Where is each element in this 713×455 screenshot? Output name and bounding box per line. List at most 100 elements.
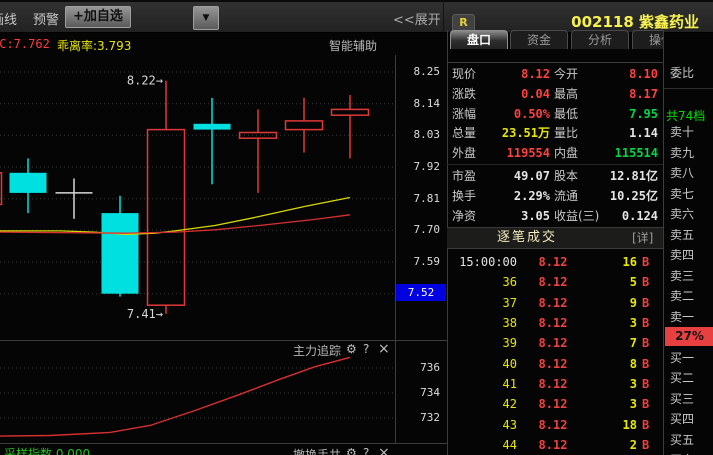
tick-direction: B xyxy=(642,356,650,371)
quote-value: 0.124 xyxy=(621,208,658,223)
buy-level-5[interactable]: 买五 xyxy=(670,432,694,448)
expand-collapse-link[interactable]: <<展开 xyxy=(393,9,441,28)
tick-price: 8.12 xyxy=(538,397,568,412)
sell-level-8[interactable]: 卖八 xyxy=(670,165,694,181)
subchart2-left-value: 采样指数 0.000 xyxy=(4,447,91,455)
tick-volume: 18 xyxy=(622,417,637,432)
draw-line-button[interactable]: 画线 xyxy=(0,9,17,28)
subchart2-close-icon[interactable]: × xyxy=(378,445,390,455)
subchart-settings-gear-icon[interactable]: ⚙ xyxy=(346,342,357,356)
sell-level-10[interactable]: 卖十 xyxy=(670,124,694,140)
smart-assist-label[interactable]: 智能辅助 xyxy=(329,37,377,54)
commission-ratio-badge: 27% xyxy=(665,327,713,346)
tick-price: 8.12 xyxy=(538,295,568,310)
subchart-axis: 736 734 732 xyxy=(396,341,446,443)
sell-level-3[interactable]: 卖三 xyxy=(670,268,694,284)
tick-direction: B xyxy=(642,417,650,432)
tick-volume: 9 xyxy=(629,295,637,310)
quote-panel: 盘口 资金 分析 操作 逐笔成交 [详] 现价8.12今开8.10涨跌0.04最… xyxy=(447,30,663,455)
tick-volume: 3 xyxy=(629,397,637,412)
tick-direction: B xyxy=(642,255,650,269)
tick-time: 40 xyxy=(502,356,517,371)
weibi-label: 委比 xyxy=(670,66,695,80)
price-axis: 7.52 8.25 8.14 8.03 7.92 7.81 7.70 7.59 xyxy=(396,55,446,337)
quote-value: 119554 xyxy=(506,146,550,161)
subchart-axis-label: 736 xyxy=(420,361,440,374)
candle xyxy=(55,178,93,219)
tick-by-tick-header: 逐笔成交 [详] xyxy=(447,227,663,249)
tick-row: 43 8.12 18 B xyxy=(447,415,663,435)
quote-row: 市盈 49.07 股本 12.81亿 xyxy=(447,166,663,186)
chart-section-divider2 xyxy=(0,443,447,444)
subchart-help-icon[interactable]: ? xyxy=(363,342,369,356)
buy-level-2[interactable]: 买二 xyxy=(670,370,694,386)
sell-level-2[interactable]: 卖二 xyxy=(670,288,694,304)
quote-value: 23.51万 xyxy=(501,126,550,141)
quote-value: 8.12 xyxy=(521,67,550,81)
tick-direction: B xyxy=(642,295,650,310)
main-force-line xyxy=(0,356,351,437)
quote-row: 现价 8.12 今开 8.10 xyxy=(447,64,663,84)
quote-value: 8.17 xyxy=(629,86,658,101)
kline-chart: 8.22→ 7.41→ xyxy=(0,71,395,321)
tick-row: 44 8.12 2 B xyxy=(447,435,663,455)
tick-direction: B xyxy=(642,275,650,290)
quote-value: 0.50% xyxy=(513,106,550,121)
tick-time: 37 xyxy=(502,295,517,310)
tick-time: 42 xyxy=(502,397,517,412)
quote-value: 8.10 xyxy=(629,67,658,81)
tab-pankou[interactable]: 盘口 xyxy=(450,30,508,49)
tick-time: 39 xyxy=(502,336,517,351)
alert-button[interactable]: 预警 xyxy=(33,9,59,28)
quote-value: 1.14 xyxy=(629,126,658,141)
tick-row: 38 8.12 3 B xyxy=(447,313,663,333)
tab-fenxi[interactable]: 分析 xyxy=(571,30,629,49)
subchart-close-icon[interactable]: × xyxy=(378,341,390,357)
stock-app-window: 画线 预警 +加自选 ▼ <<展开 R 002118 紫鑫药业 OC:7.762… xyxy=(0,0,713,455)
candle xyxy=(284,97,324,153)
quote-value: 3.05 xyxy=(521,208,550,223)
price-axis-label: 8.25 xyxy=(413,65,441,78)
tick-header-detail-link[interactable]: [详] xyxy=(632,228,653,248)
quote-value: 10.25亿 xyxy=(609,188,658,203)
add-watchlist-dropdown-caret-icon[interactable]: ▼ xyxy=(193,6,219,30)
buy-level-4[interactable]: 买四 xyxy=(670,411,694,427)
tick-row: 42 8.12 3 B xyxy=(447,394,663,414)
tick-volume: 2 xyxy=(629,438,637,453)
buy-level-1[interactable]: 买一 xyxy=(670,350,694,366)
tick-price: 8.12 xyxy=(538,438,568,453)
candle xyxy=(101,195,139,297)
tick-row: 40 8.12 8 B xyxy=(447,354,663,374)
tick-direction: B xyxy=(642,377,650,392)
quote-row: 涨跌 0.04 最高 8.17 xyxy=(447,84,663,104)
sell-level-7[interactable]: 卖七 xyxy=(670,186,694,202)
indicator-value-left: OC:7.762 xyxy=(0,37,50,51)
tick-row: 41 8.12 3 B xyxy=(447,374,663,394)
tab-zijin[interactable]: 资金 xyxy=(510,30,568,49)
buy-level-3[interactable]: 买三 xyxy=(670,391,694,407)
tick-volume: 3 xyxy=(629,377,637,392)
stock-title: 002118 紫鑫药业 xyxy=(571,13,699,31)
sell-level-9[interactable]: 卖九 xyxy=(670,145,694,161)
levels-divider xyxy=(664,88,713,89)
sell-level-6[interactable]: 卖六 xyxy=(670,206,694,222)
tick-row: 37 8.12 9 B xyxy=(447,293,663,313)
tick-header-title: 逐笔成交 xyxy=(497,230,558,245)
subchart2-settings-gear-icon[interactable]: ⚙ xyxy=(346,446,357,455)
tick-volume: 16 xyxy=(622,255,637,269)
quote-value: 2.29% xyxy=(513,188,550,203)
sell-level-5[interactable]: 卖五 xyxy=(670,227,694,243)
topbar-divider xyxy=(443,2,444,32)
candle xyxy=(146,80,186,314)
tick-time: 41 xyxy=(502,377,517,392)
price-axis-label: 7.92 xyxy=(413,160,441,173)
subchart2-title: 撤换手共 xyxy=(293,448,342,455)
sell-level-4[interactable]: 卖四 xyxy=(670,247,694,263)
tick-volume: 8 xyxy=(629,356,637,371)
sell-level-1[interactable]: 卖一 xyxy=(670,309,694,325)
price-axis-label: 7.81 xyxy=(413,191,441,205)
add-watchlist-button[interactable]: +加自选 xyxy=(65,6,131,28)
tab-caozuo[interactable]: 操作 xyxy=(632,30,663,49)
subchart2-help-icon[interactable]: ? xyxy=(363,446,369,455)
tick-price: 8.12 xyxy=(538,316,568,331)
